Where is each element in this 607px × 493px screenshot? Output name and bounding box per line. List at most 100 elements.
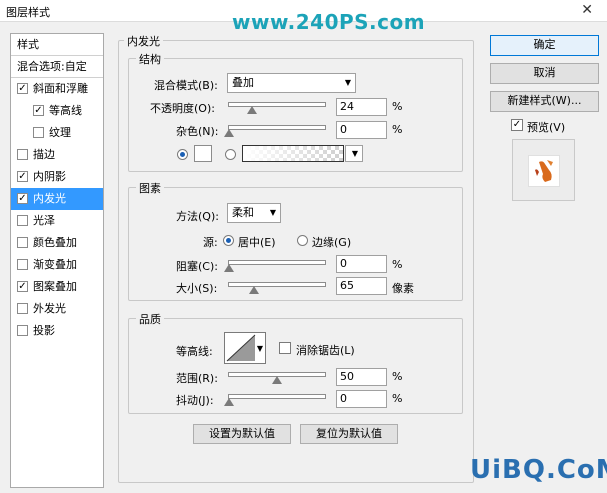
noise-input[interactable]: 0 [336, 121, 387, 139]
quality-title: 品质 [136, 311, 164, 327]
style-item-label: 描边 [33, 148, 55, 161]
opacity-slider[interactable] [228, 102, 326, 114]
style-list-item[interactable]: ✓ 内阴影 [11, 166, 103, 188]
new-style-button[interactable]: 新建样式(W)... [490, 91, 599, 112]
style-item-checkbox[interactable] [17, 215, 28, 226]
range-slider-thumb[interactable] [272, 376, 282, 384]
style-list-item[interactable]: ✓ 斜面和浮雕 [11, 78, 103, 100]
gradient-radio[interactable] [225, 149, 236, 160]
gradient-picker-button[interactable]: ▼ [345, 145, 363, 162]
chevron-down-icon: ▼ [256, 344, 263, 353]
preview-swatch-icon [535, 160, 553, 182]
style-list-item[interactable]: 外发光 [11, 298, 103, 320]
style-item-checkbox[interactable] [17, 303, 28, 314]
style-list-item[interactable]: 光泽 [11, 210, 103, 232]
range-input[interactable]: 50 [336, 368, 387, 386]
style-item-checkbox[interactable] [33, 127, 44, 138]
watermark-text: www.240PS.com [232, 10, 426, 34]
style-item-label: 渐变叠加 [33, 258, 77, 271]
style-item-checkbox[interactable] [17, 149, 28, 160]
opacity-input[interactable]: 24 [336, 98, 387, 116]
make-default-button[interactable]: 设置为默认值 [193, 424, 291, 444]
jitter-input[interactable]: 0 [336, 390, 387, 408]
opacity-unit: % [392, 100, 403, 113]
footer-watermark: UiBQ.CoM [470, 455, 607, 485]
style-item-label: 投影 [33, 324, 55, 337]
cancel-button[interactable]: 取消 [490, 63, 599, 84]
preview-checkbox[interactable]: ✓ [511, 119, 523, 131]
preview-label[interactable]: 预览(V) [527, 119, 565, 135]
blending-options-label: 混合选项:自定 [17, 60, 87, 73]
range-label: 范围(R): [176, 372, 218, 385]
solid-color-radio[interactable] [177, 149, 188, 160]
ok-button[interactable]: 确定 [490, 35, 599, 56]
blend-mode-label: 混合模式(B): [154, 79, 218, 92]
source-center-label[interactable]: 居中(E) [238, 234, 276, 250]
inner-glow-title: 内发光 [124, 33, 163, 49]
source-edge-label[interactable]: 边缘(G) [312, 234, 351, 250]
style-list-item[interactable]: 纹理 [11, 122, 103, 144]
style-list: 样式 混合选项:自定 ✓ 斜面和浮雕 ✓ 等高线 纹理 描边 ✓ 内阴影 ✓ 内发光 光泽 颜色叠加渐… [10, 33, 104, 488]
style-list-item[interactable]: 描边 [11, 144, 103, 166]
blend-mode-select[interactable]: 叠加 ▼ [227, 73, 356, 93]
style-item-label: 外发光 [33, 302, 66, 315]
style-item-label: 纹理 [49, 126, 71, 139]
blending-options-item[interactable]: 混合选项:自定 [11, 56, 103, 78]
range-slider[interactable] [228, 372, 326, 384]
window-title: 图层样式 [6, 6, 50, 19]
style-item-label: 内发光 [33, 192, 66, 205]
size-input[interactable]: 65 [336, 277, 387, 295]
size-slider[interactable] [228, 282, 326, 294]
choke-label: 阻塞(C): [176, 260, 218, 273]
style-item-label: 内阴影 [33, 170, 66, 183]
style-item-checkbox[interactable]: ✓ [17, 171, 28, 182]
technique-value: 柔和 [232, 206, 254, 219]
style-item-label: 图案叠加 [33, 280, 77, 293]
style-item-checkbox[interactable] [17, 259, 28, 270]
style-item-checkbox[interactable]: ✓ [17, 83, 28, 94]
style-item-checkbox[interactable] [17, 237, 28, 248]
jitter-label: 抖动(J): [176, 394, 214, 407]
jitter-unit: % [392, 392, 403, 405]
style-item-label: 等高线 [49, 104, 82, 117]
chevron-down-icon: ▼ [351, 149, 358, 158]
blend-mode-value: 叠加 [232, 76, 254, 89]
jitter-slider[interactable] [224, 394, 326, 406]
choke-slider[interactable] [224, 260, 326, 272]
style-list-item[interactable]: 投影 [11, 320, 103, 342]
anti-alias-checkbox[interactable] [279, 342, 291, 354]
choke-slider-thumb[interactable] [224, 264, 234, 272]
style-item-checkbox[interactable]: ✓ [17, 193, 28, 204]
glow-color-swatch[interactable] [194, 145, 212, 162]
noise-slider-thumb[interactable] [224, 129, 234, 137]
style-list-item[interactable]: ✓ 内发光 [11, 188, 103, 210]
glow-gradient-swatch[interactable] [242, 145, 344, 162]
style-list-header[interactable]: 样式 [11, 34, 103, 56]
anti-alias-label[interactable]: 消除锯齿(L) [296, 342, 355, 358]
style-list-item[interactable]: ✓ 等高线 [11, 100, 103, 122]
style-list-item[interactable]: 颜色叠加 [11, 232, 103, 254]
style-item-checkbox[interactable]: ✓ [17, 281, 28, 292]
style-list-item[interactable]: ✓ 图案叠加 [11, 276, 103, 298]
style-item-checkbox[interactable]: ✓ [33, 105, 44, 116]
source-center-radio[interactable] [223, 235, 234, 246]
technique-label: 方法(Q): [176, 210, 219, 223]
size-slider-thumb[interactable] [248, 286, 259, 294]
style-item-label: 光泽 [33, 214, 55, 227]
jitter-slider-thumb[interactable] [224, 398, 234, 406]
style-item-checkbox[interactable] [17, 325, 28, 336]
source-edge-radio[interactable] [297, 235, 308, 246]
contour-picker[interactable]: ▼ [224, 332, 266, 364]
technique-select[interactable]: 柔和 ▼ [227, 203, 281, 223]
close-icon[interactable]: ✕ [581, 2, 593, 18]
noise-slider[interactable] [224, 125, 326, 137]
elements-title: 图素 [136, 180, 164, 196]
choke-input[interactable]: 0 [336, 255, 387, 273]
reset-default-button[interactable]: 复位为默认值 [300, 424, 398, 444]
styles-header-label: 样式 [17, 38, 39, 51]
style-list-item[interactable]: 渐变叠加 [11, 254, 103, 276]
chevron-down-icon: ▼ [269, 208, 276, 217]
opacity-slider-thumb[interactable] [247, 106, 258, 114]
source-label: 源: [203, 236, 218, 249]
contour-linear-icon [226, 334, 256, 362]
